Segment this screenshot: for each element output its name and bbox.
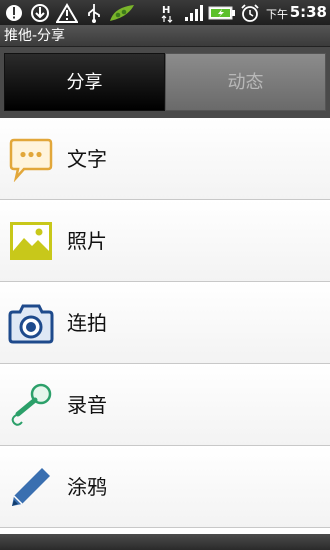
list-item-burst[interactable]: 连拍 [0,282,330,364]
usb-icon [88,4,100,23]
tab-share[interactable]: 分享 [4,53,165,111]
list-item-doodle[interactable]: 涂鸦 [0,446,330,528]
list-item-label: 文字 [67,147,107,171]
list-item-label: 涂鸦 [67,475,107,499]
microphone-icon [11,383,52,426]
page-title: 推他-分享 [4,28,66,44]
app-icon [110,5,134,21]
photo-icon [10,222,52,260]
title-bar: 推他-分享 [0,25,330,47]
list-item-label: 连拍 [67,311,107,335]
list-item-label: 录音 [67,393,107,417]
camera-icon [8,304,54,344]
status-ampm: 下午 [266,8,288,21]
list-item-label: 照片 [67,229,107,253]
share-type-list: 文字 照片 连拍 录音 涂鸦 [0,118,330,534]
pencil-icon [12,468,50,506]
download-icon [31,4,49,22]
list-item-record[interactable]: 录音 [0,364,330,446]
status-bar: H 下午 5:38 [0,0,330,25]
text-bubble-icon [9,138,53,182]
tab-activity[interactable]: 动态 [165,53,326,111]
alarm-icon [241,4,259,22]
h-network-icon: H [161,5,173,23]
notification-icon [6,5,22,21]
list-item-text[interactable]: 文字 [0,118,330,200]
status-time: 5:38 [289,3,327,21]
list-item-photo[interactable]: 照片 [0,200,330,282]
svg-text:H: H [162,5,170,16]
warning-icon [56,3,78,23]
tab-bar: 分享 动态 [0,47,330,118]
bottom-bar [0,534,330,550]
signal-icon [185,5,203,21]
battery-icon [208,6,235,20]
